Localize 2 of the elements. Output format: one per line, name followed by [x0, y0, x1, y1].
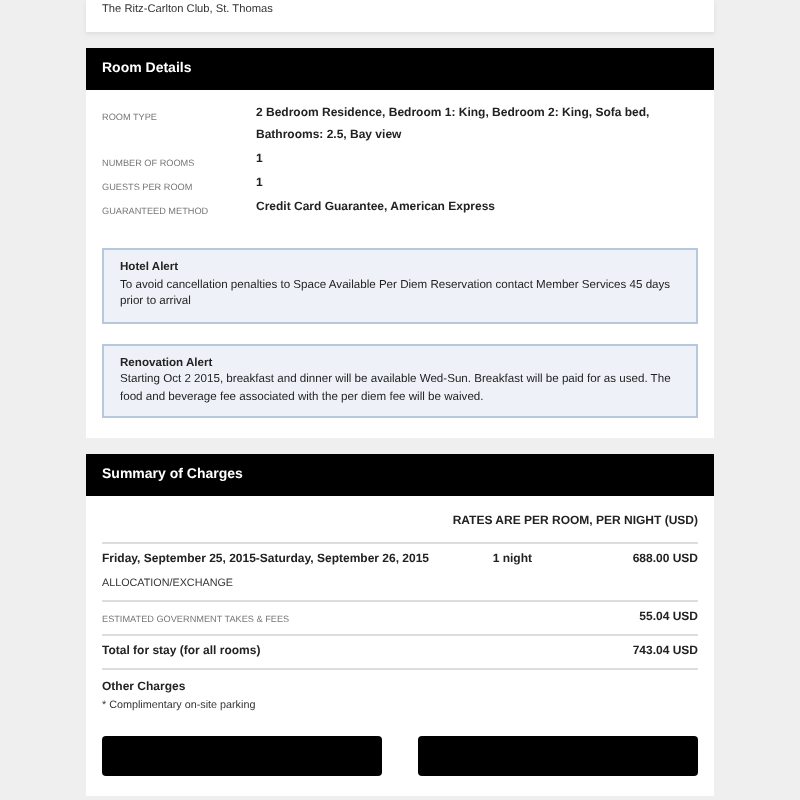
action-button[interactable] [102, 736, 382, 776]
action-button[interactable] [418, 736, 698, 776]
